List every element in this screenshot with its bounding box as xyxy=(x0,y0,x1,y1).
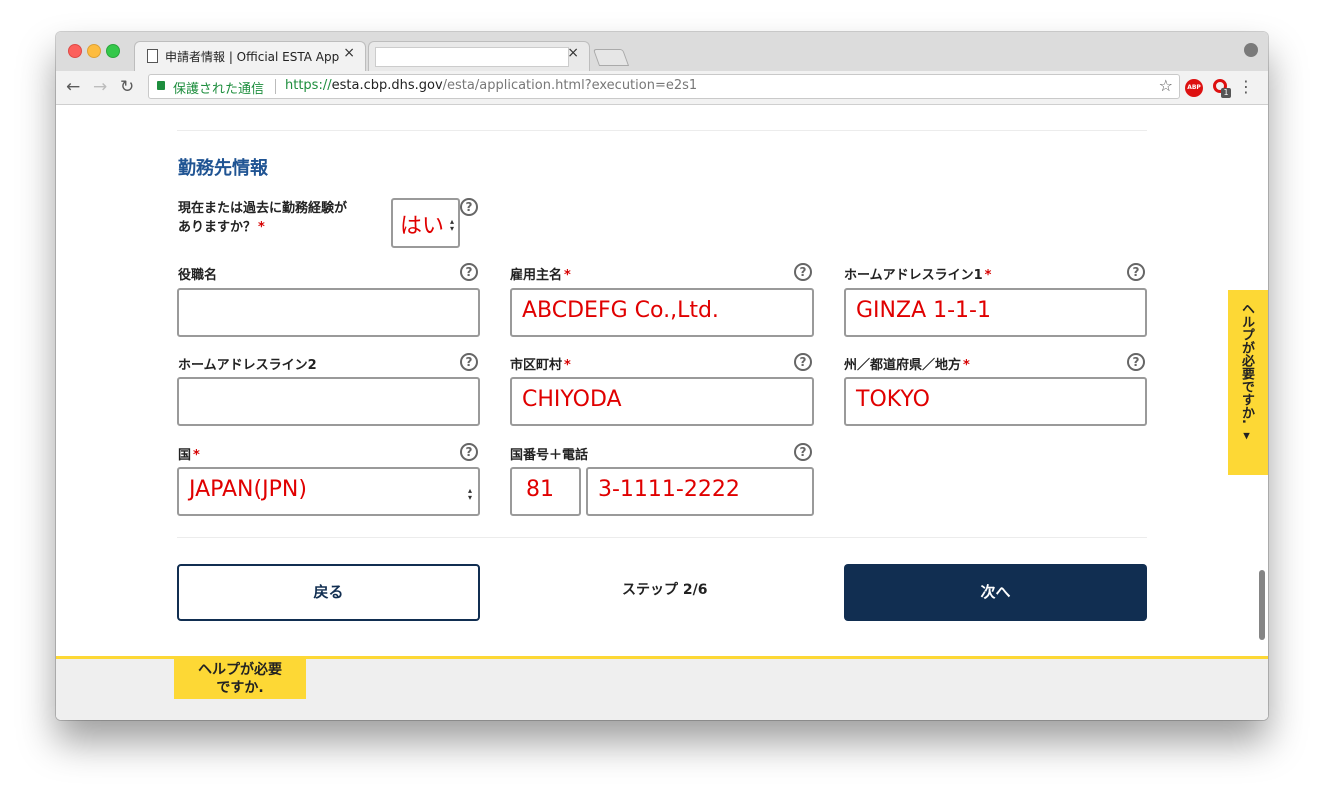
tab-title: 申請者情報 | Official ESTA Appl xyxy=(165,50,339,64)
tab-close-icon[interactable]: × xyxy=(343,45,355,61)
forward-arrow-icon[interactable]: → xyxy=(93,77,107,97)
help-icon[interactable]: ? xyxy=(460,353,478,371)
step-indicator: ステップ 2/6 xyxy=(622,582,708,598)
secure-connection-label: 保護された通信 xyxy=(173,82,265,97)
help-side-tab[interactable]: ヘルプが必要ですか. ▾ xyxy=(1228,290,1268,475)
back-button[interactable]: 戻る xyxy=(177,564,480,621)
page-content: 勤務先情報 現在または過去に勤務経験が ありますか？ * はい ▴ ▾ ? 役職名 … xyxy=(56,105,1268,720)
url-scheme: https:// xyxy=(285,78,332,93)
address-bar[interactable]: 保護された通信 https://esta.cbp.dhs.gov/esta/ap… xyxy=(148,74,1180,99)
extension-icon[interactable]: 1 xyxy=(1213,79,1231,98)
help-icon[interactable]: ? xyxy=(460,198,478,216)
country-label-text: 国 xyxy=(178,448,192,463)
address1-value: GINZA 1-1-1 xyxy=(856,298,991,323)
address1-label: ホームアドレスライン1 * xyxy=(844,264,991,283)
close-window-button[interactable] xyxy=(68,44,82,58)
help-icon[interactable]: ? xyxy=(1127,263,1145,281)
bookmark-star-icon[interactable]: ☆ xyxy=(1159,76,1173,95)
required-mark: * xyxy=(963,358,970,373)
employer-name-label: 雇用主名 * xyxy=(510,264,571,283)
adblock-plus-icon[interactable]: ABP xyxy=(1185,79,1203,97)
state-label: 州／都道府県／地方 * xyxy=(844,354,970,373)
minimize-window-button[interactable] xyxy=(87,44,101,58)
state-input[interactable]: TOKYO xyxy=(844,377,1147,426)
url-host: esta.cbp.dhs.gov xyxy=(331,78,443,93)
help-footer-line2: ですか. xyxy=(216,680,264,696)
job-title-input[interactable] xyxy=(177,288,480,337)
address2-label: ホームアドレスライン2 xyxy=(178,358,317,373)
address2-input[interactable] xyxy=(177,377,480,426)
back-arrow-icon[interactable]: ← xyxy=(66,77,80,97)
help-side-label: ヘルプが必要ですか. ▾ xyxy=(1239,302,1254,444)
help-icon[interactable]: ? xyxy=(794,443,812,461)
phone-country-code-input[interactable]: 81 xyxy=(510,467,581,516)
city-value: CHIYODA xyxy=(522,387,622,412)
lock-icon xyxy=(157,81,165,90)
browser-menu-icon[interactable]: ⋮ xyxy=(1238,77,1254,96)
tab-close-icon[interactable]: × xyxy=(567,45,579,61)
browser-toolbar: ← → ↻ 保護された通信 https://esta.cbp.dhs.gov/e… xyxy=(56,71,1268,105)
tab-title-blank xyxy=(375,47,569,67)
next-button[interactable]: 次へ xyxy=(844,564,1147,621)
city-input[interactable]: CHIYODA xyxy=(510,377,814,426)
select-arrows-icon: ▴ ▾ xyxy=(449,217,454,233)
phone-number-value: 3-1111-2222 xyxy=(598,477,740,502)
state-label-text: 州／都道府県／地方 xyxy=(844,358,962,373)
select-arrows-icon: ▴ ▾ xyxy=(467,486,472,502)
top-divider xyxy=(177,130,1147,131)
browser-window: 申請者情報 | Official ESTA Appl × × ← → ↻ 保護さ… xyxy=(56,32,1268,720)
new-tab-button[interactable] xyxy=(592,49,630,66)
reload-icon[interactable]: ↻ xyxy=(120,77,134,97)
help-footer-line1: ヘルプが必要 xyxy=(198,662,282,678)
tab-bar: 申請者情報 | Official ESTA Appl × × xyxy=(56,32,1268,71)
help-footer-tab[interactable]: ヘルプが必要 ですか. xyxy=(174,659,306,699)
browser-tab-active[interactable]: 申請者情報 | Official ESTA Appl × xyxy=(134,41,366,71)
required-mark: * xyxy=(984,268,992,283)
country-value: JAPAN(JPN) xyxy=(189,477,307,502)
address1-input[interactable]: GINZA 1-1-1 xyxy=(844,288,1147,337)
experience-question-line2: ありますか？ xyxy=(178,220,257,235)
browser-tab-2[interactable]: × xyxy=(368,41,590,71)
phone-country-code-value: 81 xyxy=(526,477,554,502)
bottom-divider xyxy=(177,537,1147,538)
required-mark: * xyxy=(564,268,571,283)
employer-name-value: ABCDEFG Co.,Ltd. xyxy=(522,298,719,323)
city-label: 市区町村 * xyxy=(510,354,571,373)
employer-name-label-text: 雇用主名 xyxy=(510,268,563,283)
address-separator xyxy=(275,79,276,94)
extension-badge: 1 xyxy=(1221,88,1231,98)
help-icon[interactable]: ? xyxy=(794,263,812,281)
scrollbar-thumb[interactable] xyxy=(1259,570,1265,640)
country-label: 国 * xyxy=(178,444,200,463)
country-select[interactable]: JAPAN(JPN) ▴ ▾ xyxy=(177,467,480,516)
required-mark: * xyxy=(193,448,200,463)
required-mark: * xyxy=(564,358,571,373)
experience-question-label: 現在または過去に勤務経験が ありますか？ * xyxy=(178,199,347,237)
required-mark: * xyxy=(258,220,265,235)
employer-name-input[interactable]: ABCDEFG Co.,Ltd. xyxy=(510,288,814,337)
experience-value: はい xyxy=(400,214,445,239)
section-title: 勤務先情報 xyxy=(178,158,268,179)
phone-label: 国番号＋電話 xyxy=(510,448,589,463)
state-value: TOKYO xyxy=(856,387,930,412)
city-label-text: 市区町村 xyxy=(510,358,563,373)
url-path: /esta/application.html?execution=e2s1 xyxy=(442,78,698,93)
help-icon[interactable]: ? xyxy=(794,353,812,371)
address1-label-text: ホームアドレスライン1 xyxy=(844,268,983,283)
url-text[interactable]: https://esta.cbp.dhs.gov/esta/applicatio… xyxy=(285,78,697,93)
experience-question-line1: 現在または過去に勤務経験が xyxy=(178,201,348,216)
profile-icon[interactable] xyxy=(1244,43,1258,57)
zoom-window-button[interactable] xyxy=(106,44,120,58)
experience-select[interactable]: はい ▴ ▾ xyxy=(391,198,460,248)
help-icon[interactable]: ? xyxy=(1127,353,1145,371)
help-icon[interactable]: ? xyxy=(460,443,478,461)
phone-number-input[interactable]: 3-1111-2222 xyxy=(586,467,814,516)
page-icon xyxy=(147,49,158,63)
help-icon[interactable]: ? xyxy=(460,263,478,281)
job-title-label: 役職名 xyxy=(178,268,218,283)
